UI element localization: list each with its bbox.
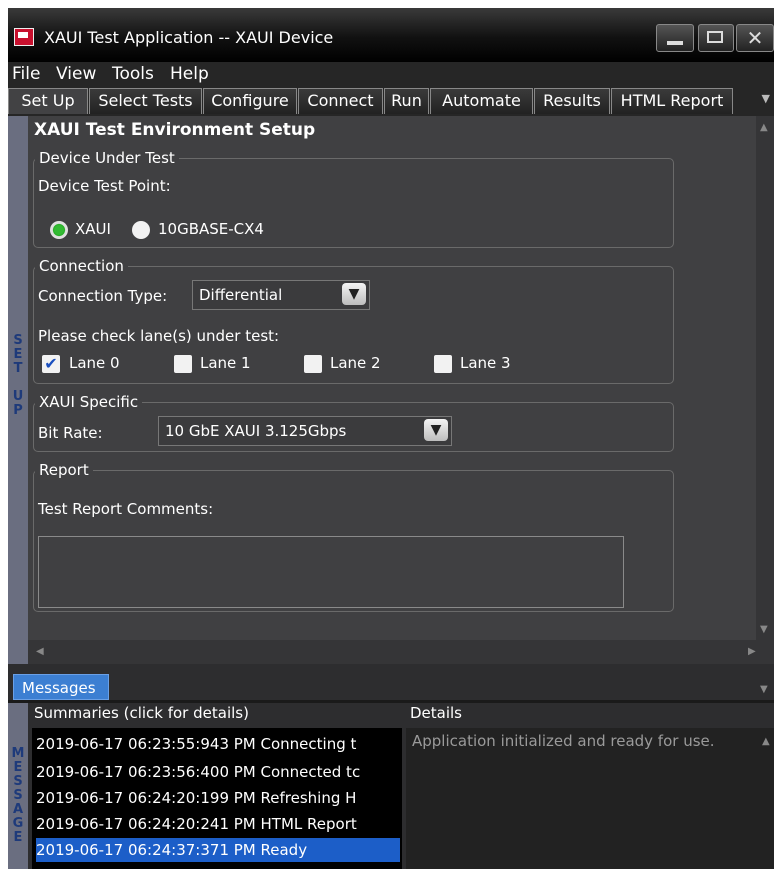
tab-set-up[interactable]: Set Up <box>8 88 88 114</box>
tab-connect[interactable]: Connect <box>298 88 383 114</box>
menu-file[interactable]: File <box>12 64 40 84</box>
chevron-down-icon[interactable]: ▼ <box>342 283 366 305</box>
list-item[interactable]: 2019-06-17 06:23:56:400 PM Connected tc <box>36 760 400 784</box>
lane-2-label[interactable]: Lane 2 <box>330 354 381 372</box>
list-item[interactable]: 2019-06-17 06:23:55:943 PM Connecting t <box>36 732 400 756</box>
tab-run[interactable]: Run <box>384 88 429 114</box>
minimize-button[interactable] <box>656 24 694 52</box>
vertical-scrollbar[interactable]: ▲ ▼ <box>756 116 774 640</box>
summaries-header: Summaries (click for details) <box>34 704 249 722</box>
sidebar-message-label: MESSAGE <box>11 746 25 845</box>
tab-configure[interactable]: Configure <box>203 88 297 114</box>
app-window: XAUI Test Application -- XAUI Device ✕ F… <box>8 8 774 869</box>
lane-2-checkbox[interactable] <box>304 355 322 373</box>
lane-3-checkbox[interactable] <box>434 355 452 373</box>
bit-rate-value: 10 GbE XAUI 3.125Gbps <box>165 422 347 440</box>
radio-10gbase-cx4-label[interactable]: 10GBASE-CX4 <box>158 220 264 238</box>
radio-xaui[interactable] <box>50 221 68 239</box>
sidebar-set-up: SETUP <box>8 116 28 664</box>
comments-textarea[interactable] <box>38 536 624 608</box>
close-button[interactable]: ✕ <box>736 24 774 52</box>
device-under-test-legend: Device Under Test <box>35 149 179 167</box>
tab-overflow-icon[interactable]: ▼ <box>762 92 770 105</box>
horizontal-scrollbar[interactable]: ◀ ▶ <box>28 640 774 664</box>
bit-rate-label: Bit Rate: <box>38 424 103 442</box>
comments-label: Test Report Comments: <box>38 500 214 518</box>
title-bar[interactable]: XAUI Test Application -- XAUI Device ✕ <box>8 8 774 62</box>
menu-help[interactable]: Help <box>170 64 209 84</box>
tab-automate[interactable]: Automate <box>430 88 533 114</box>
sidebar-set-up-label: SETUP <box>12 333 24 418</box>
details-text: Application initialized and ready for us… <box>412 732 715 750</box>
maximize-button[interactable] <box>698 24 734 52</box>
connection-type-value: Differential <box>199 286 283 304</box>
menu-view[interactable]: View <box>56 64 96 84</box>
details-scroll-up-icon[interactable]: ▲ <box>762 736 770 747</box>
tab-results[interactable]: Results <box>534 88 610 114</box>
list-item-selected[interactable]: 2019-06-17 06:24:37:371 PM Ready <box>36 838 400 862</box>
lane-1-checkbox[interactable] <box>174 355 192 373</box>
tab-messages[interactable]: Messages <box>13 674 109 700</box>
minimize-icon <box>667 41 683 45</box>
sidebar-message: MESSAGE <box>8 703 28 869</box>
chevron-down-icon[interactable]: ▼ <box>424 419 448 441</box>
lane-0-checkbox[interactable]: ✔ <box>42 355 60 373</box>
app-icon <box>14 28 34 46</box>
connection-type-select[interactable]: Differential ▼ <box>192 280 370 310</box>
scroll-down-icon[interactable]: ▼ <box>760 624 768 635</box>
tab-html-report[interactable]: HTML Report <box>611 88 733 114</box>
lane-3-label[interactable]: Lane 3 <box>460 354 511 372</box>
report-legend: Report <box>35 461 93 479</box>
list-item[interactable]: 2019-06-17 06:24:20:199 PM Refreshing H <box>36 786 400 810</box>
bit-rate-select[interactable]: 10 GbE XAUI 3.125Gbps ▼ <box>158 416 452 446</box>
page-title: XAUI Test Environment Setup <box>34 120 316 140</box>
tab-select-tests[interactable]: Select Tests <box>89 88 202 114</box>
messages-overflow-icon[interactable]: ▼ <box>760 684 768 695</box>
radio-10gbase-cx4[interactable] <box>132 221 150 239</box>
lane-0-label[interactable]: Lane 0 <box>69 354 120 372</box>
lanes-label: Please check lane(s) under test: <box>38 327 280 345</box>
scroll-up-icon[interactable]: ▲ <box>760 122 768 133</box>
messages-divider <box>8 700 774 703</box>
xaui-specific-legend: XAUI Specific <box>35 393 143 411</box>
tab-bar: Set Up Select Tests Configure Connect Ru… <box>8 86 774 116</box>
list-item[interactable]: 2019-06-17 06:24:20:241 PM HTML Report <box>36 812 400 836</box>
menu-bar: File View Tools Help <box>8 62 774 86</box>
lane-1-label[interactable]: Lane 1 <box>200 354 251 372</box>
menu-tools[interactable]: Tools <box>112 64 154 84</box>
window-title: XAUI Test Application -- XAUI Device <box>44 28 334 47</box>
maximize-icon <box>707 31 723 43</box>
connection-type-label: Connection Type: <box>38 287 168 305</box>
scroll-left-icon[interactable]: ◀ <box>36 646 44 657</box>
close-icon: ✕ <box>746 26 764 50</box>
scroll-right-icon[interactable]: ▶ <box>748 646 756 657</box>
connection-legend: Connection <box>35 257 128 275</box>
radio-xaui-label[interactable]: XAUI <box>75 220 111 238</box>
details-header: Details <box>410 704 463 722</box>
device-test-point-label: Device Test Point: <box>38 177 171 195</box>
device-under-test-group <box>33 158 674 248</box>
